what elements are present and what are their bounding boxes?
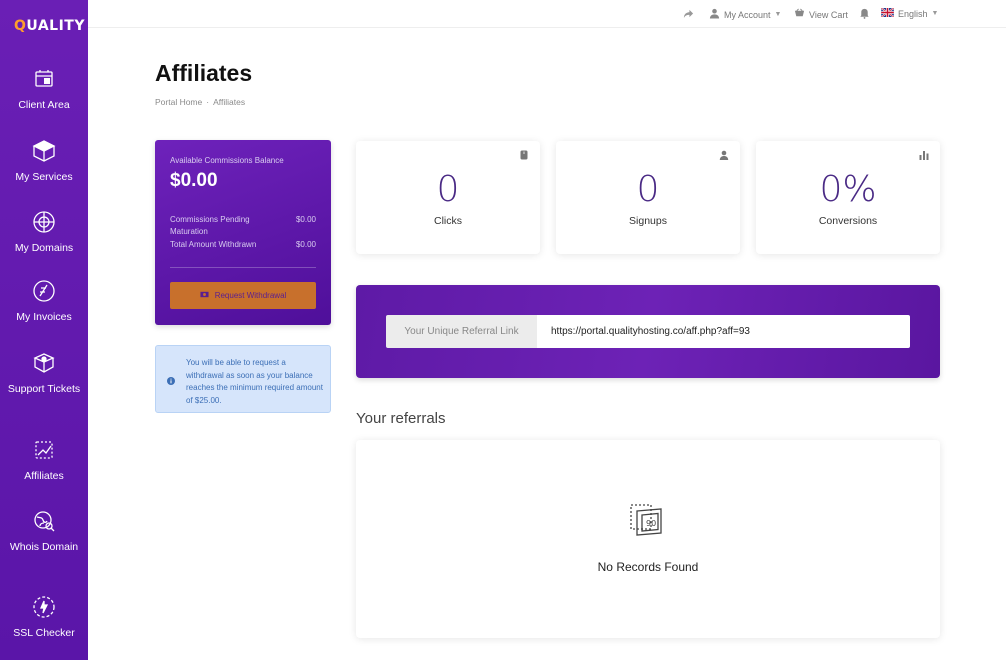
sidebar-item-affiliates[interactable]: Affiliates <box>0 437 88 483</box>
sidebar-item-client-area[interactable]: Client Area <box>0 66 88 112</box>
balance-amount: $0.00 <box>170 170 218 191</box>
money-icon <box>200 290 209 301</box>
sidebar-item-label: My Domains <box>14 242 74 254</box>
pending-label: Commissions Pending Maturation <box>170 215 250 236</box>
breadcrumb-current: Affiliates <box>213 97 246 107</box>
my-account-dropdown[interactable]: My Account ▼ <box>709 8 781 21</box>
view-cart-link[interactable]: View Cart <box>794 8 848 21</box>
my-account-label: My Account <box>724 9 771 20</box>
referral-link-group: Your Unique Referral Link <box>386 315 910 348</box>
divider <box>170 267 316 268</box>
conversions-card: 0% Conversions <box>756 141 940 254</box>
sidebar-item-label: SSL Checker <box>13 627 75 639</box>
referrals-heading: Your referrals <box>356 410 446 427</box>
breadcrumb: Portal Home · Affiliates <box>155 97 245 107</box>
pending-row: Commissions Pending Maturation $0.00 <box>170 214 316 238</box>
breadcrumb-home-link[interactable]: Portal Home <box>155 97 202 107</box>
referral-link-addon: Your Unique Referral Link <box>386 315 537 348</box>
sidebar-item-support-tickets[interactable]: Support Tickets <box>0 350 88 396</box>
commissions-balance-card: Available Commissions Balance $0.00 Comm… <box>155 140 331 325</box>
logo-text-rest: UALITY <box>26 18 85 34</box>
request-withdrawal-label: Request Withdrawal <box>214 291 287 300</box>
chevron-down-icon: ▼ <box>774 11 782 18</box>
pending-value: $0.00 <box>295 215 316 224</box>
view-cart-label: View Cart <box>809 9 848 20</box>
sidebar-item-label: Whois Domain <box>9 541 79 553</box>
user-icon <box>709 8 720 21</box>
withdrawn-row: Total Amount Withdrawn $0.00 <box>170 239 316 251</box>
ssl-shield-icon <box>31 594 57 620</box>
sidebar-item-whois-domain[interactable]: Whois Domain <box>0 508 88 554</box>
user-icon <box>719 147 729 160</box>
sidebar-item-my-invoices[interactable]: My Invoices <box>0 278 88 324</box>
notifications-button[interactable] <box>859 8 870 21</box>
breadcrumb-separator: · <box>206 97 210 107</box>
info-text: You will be able to request a withdrawal… <box>186 358 323 405</box>
sidebar-item-label: My Invoices <box>16 311 72 323</box>
conversions-value: 0% <box>819 169 877 210</box>
signups-label: Signups <box>629 215 667 227</box>
referral-link-input[interactable] <box>537 315 910 348</box>
sidebar: QUALITY Client Area My Services My Domai… <box>0 0 88 660</box>
logo-accent-letter: Q <box>14 18 27 34</box>
clicks-label: Clicks <box>434 215 462 227</box>
withdrawn-value: $0.00 <box>295 240 316 249</box>
whois-globe-icon <box>31 508 57 534</box>
sidebar-item-label: Support Tickets <box>7 383 81 395</box>
share-button[interactable] <box>683 8 694 21</box>
referral-link-panel: Your Unique Referral Link <box>356 285 940 378</box>
sidebar-item-my-services[interactable]: My Services <box>0 138 88 184</box>
logo[interactable]: QUALITY <box>14 18 85 34</box>
withdrawn-label: Total Amount Withdrawn <box>170 240 257 249</box>
support-box-icon <box>31 350 57 376</box>
language-label: English <box>898 8 928 19</box>
no-records-text: No Records Found <box>597 560 699 574</box>
info-circle-icon <box>167 377 175 385</box>
language-dropdown[interactable]: English ▼ <box>880 7 939 19</box>
domains-globe-icon <box>31 209 57 235</box>
sidebar-item-my-domains[interactable]: My Domains <box>0 209 88 255</box>
sidebar-item-label: Affiliates <box>24 470 64 482</box>
clicks-card: 0 Clicks <box>356 141 540 254</box>
chevron-down-icon: ▼ <box>931 10 939 17</box>
referrals-table-box: 90 No Records Found <box>356 440 940 638</box>
services-box-icon <box>31 138 57 164</box>
bell-icon <box>859 8 870 21</box>
page-title: Affiliates <box>155 60 253 86</box>
uk-flag-icon <box>880 7 895 19</box>
conversions-label: Conversions <box>818 215 878 227</box>
share-arrow-icon <box>683 8 694 21</box>
mouse-icon <box>519 147 529 160</box>
signups-card: 0 Signups <box>556 141 740 254</box>
sidebar-item-label: My Services <box>15 171 73 183</box>
svg-text:90: 90 <box>646 519 656 528</box>
invoice-icon <box>31 278 57 304</box>
signups-value: 0 <box>636 169 660 210</box>
withdrawal-info-alert: You will be able to request a withdrawal… <box>155 345 331 413</box>
cart-icon <box>794 8 805 21</box>
no-records-icon: 90 <box>628 502 668 542</box>
clicks-value: 0 <box>436 169 460 210</box>
topbar: My Account ▼ View Cart English ▼ <box>88 0 1006 28</box>
affiliates-chart-icon <box>31 437 57 463</box>
balance-label: Available Commissions Balance <box>170 156 284 165</box>
request-withdrawal-button[interactable]: Request Withdrawal <box>170 282 316 309</box>
sidebar-item-label: Client Area <box>18 99 70 111</box>
sidebar-item-ssl-checker[interactable]: SSL Checker <box>0 594 88 640</box>
client-area-icon <box>31 66 57 92</box>
bar-chart-icon <box>919 147 929 160</box>
